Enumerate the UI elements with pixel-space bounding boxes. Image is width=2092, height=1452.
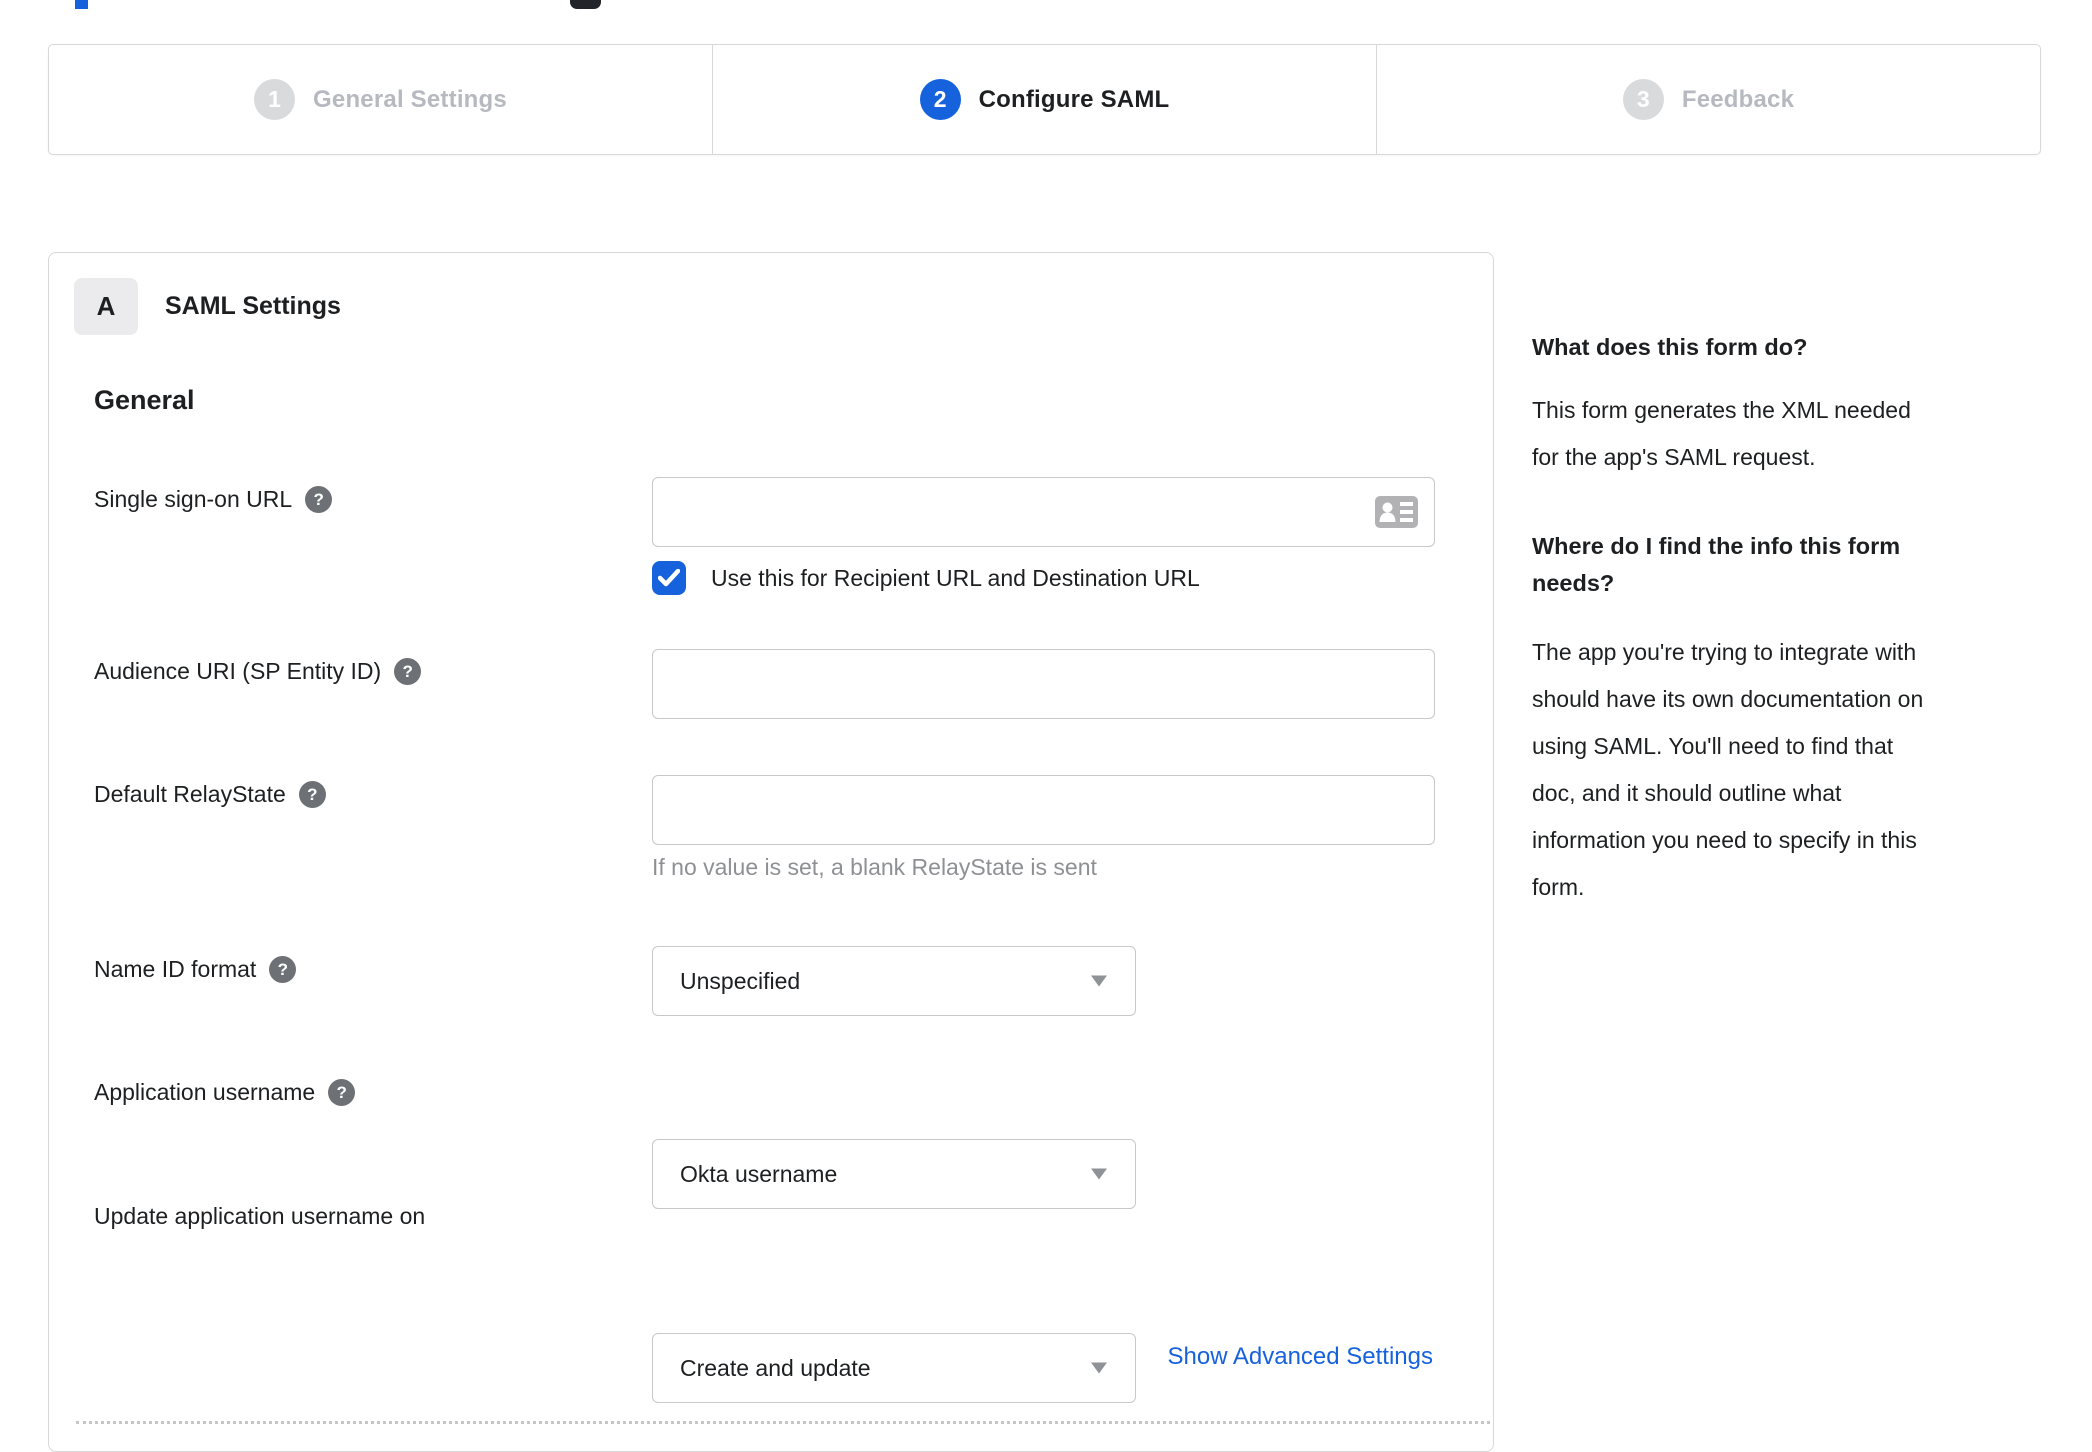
audience-uri-label-text: Audience URI (SP Entity ID): [94, 658, 382, 684]
step-general-settings[interactable]: 1 General Settings: [49, 45, 712, 154]
audience-uri-input[interactable]: [652, 649, 1435, 719]
app-username-label-text: Application username: [94, 1079, 316, 1105]
update-username-select[interactable]: Create and update: [652, 1333, 1136, 1403]
chevron-down-icon: [1091, 1362, 1107, 1374]
panel-title: SAML Settings: [165, 292, 341, 320]
section-a-badge: A: [74, 278, 138, 335]
saml-settings-panel: A SAML Settings General Single sign-on U…: [48, 252, 1494, 1452]
recipient-url-checkbox-row: Use this for Recipient URL and Destinati…: [652, 561, 1200, 595]
sso-help-icon[interactable]: ?: [305, 486, 333, 513]
sidebar-answer-1: This form generates the XML needed for t…: [1532, 397, 1911, 470]
audience-help-icon[interactable]: ?: [394, 658, 422, 685]
nameid-format-label-text: Name ID format: [94, 956, 257, 982]
app-username-label: Application username ?: [94, 1079, 356, 1106]
step-2-label: Configure SAML: [978, 85, 1170, 113]
step-1-label: General Settings: [313, 85, 507, 113]
update-username-label: Update application username on: [94, 1203, 425, 1230]
relaystate-input[interactable]: [652, 775, 1435, 845]
app-username-value: Okta username: [680, 1160, 838, 1187]
relaystate-help-icon[interactable]: ?: [298, 781, 326, 808]
recipient-url-checkbox-label: Use this for Recipient URL and Destinati…: [711, 564, 1200, 591]
nameid-format-value: Unspecified: [680, 967, 801, 994]
update-username-label-text: Update application username on: [94, 1203, 426, 1229]
sidebar-question-1: What does this form do?: [1532, 334, 1808, 360]
chevron-down-icon: [1091, 1168, 1107, 1180]
relaystate-label: Default RelayState ?: [94, 781, 326, 808]
sso-url-label: Single sign-on URL ?: [94, 486, 333, 513]
sso-url-input-wrap: [652, 477, 1435, 547]
step-2-number-badge: 2: [919, 79, 961, 120]
nameid-format-label: Name ID format ?: [94, 956, 297, 983]
step-feedback[interactable]: 3 Feedback: [1376, 45, 2040, 154]
sso-url-input[interactable]: [652, 477, 1435, 547]
app-username-select[interactable]: Okta username: [652, 1139, 1136, 1209]
app-username-help-icon[interactable]: ?: [328, 1079, 356, 1106]
cutoff-blue-element: [75, 0, 88, 9]
relaystate-label-text: Default RelayState: [94, 781, 286, 807]
dashed-section-divider: [76, 1421, 1490, 1424]
chevron-down-icon: [1091, 975, 1107, 987]
nameid-format-select[interactable]: Unspecified: [652, 946, 1136, 1016]
step-3-label: Feedback: [1681, 85, 1795, 113]
step-3-number-badge: 3: [1622, 79, 1664, 120]
cutoff-dark-element: [570, 0, 601, 9]
show-advanced-settings-link[interactable]: Show Advanced Settings: [1167, 1343, 1433, 1371]
update-username-value: Create and update: [680, 1354, 871, 1381]
step-1-number-badge: 1: [254, 79, 296, 120]
recipient-url-checkbox[interactable]: [652, 561, 686, 595]
sso-url-label-text: Single sign-on URL: [94, 486, 293, 512]
step-configure-saml[interactable]: 2 Configure SAML: [712, 45, 1376, 154]
contact-card-icon: [1375, 496, 1418, 528]
checkmark-icon: [658, 569, 680, 587]
audience-uri-label: Audience URI (SP Entity ID) ?: [94, 658, 422, 685]
wizard-stepper: 1 General Settings 2 Configure SAML 3 Fe…: [48, 44, 2041, 155]
sidebar-question-2: Where do I find the info this form needs…: [1532, 533, 1901, 596]
general-section-heading: General: [94, 385, 195, 415]
relaystate-hint: If no value is set, a blank RelayState i…: [652, 854, 1097, 880]
nameid-help-icon[interactable]: ?: [269, 956, 297, 983]
sidebar-answer-2: The app you're trying to integrate with …: [1532, 639, 1924, 900]
